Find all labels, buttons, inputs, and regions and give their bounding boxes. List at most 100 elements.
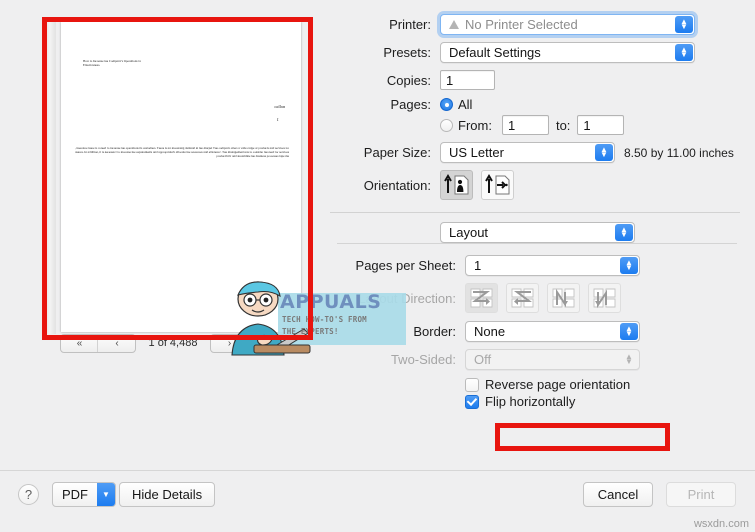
cancel-button[interactable]: Cancel: [583, 482, 653, 507]
paper-size-row: Paper Size: US Letter ▲ ▼ 8.50 by 11.00 i…: [330, 142, 740, 163]
pdf-button[interactable]: PDF ▼: [52, 482, 116, 507]
radio-all-indicator: [440, 98, 453, 111]
portrait-orientation-button[interactable]: [440, 170, 473, 200]
layout-direction-z-right-down-icon: [470, 288, 492, 308]
layout-direction-option-2[interactable]: [506, 283, 539, 313]
reverse-page-orientation-row[interactable]: Reverse page orientation: [330, 377, 740, 392]
reverse-page-orientation-checkbox[interactable]: [465, 377, 479, 392]
print-button: Print: [666, 482, 736, 507]
printer-value: No Printer Selected: [465, 17, 578, 32]
landscape-orientation-icon: [484, 174, 509, 195]
preview-scrollbar[interactable]: [42, 22, 56, 334]
border-value: None: [474, 324, 506, 339]
document-header-text: ɒʇ ƨnoiʇɒɿɘqO ƨ'ʏnɒqmoƆ ɘʜʇ ɘƨɒɘɿɔnI oʇ …: [83, 59, 141, 67]
radio-from-indicator: [440, 118, 453, 132]
layout-direction-n-up-right-icon: [552, 288, 574, 308]
first-page-button[interactable]: «: [61, 334, 98, 352]
help-button[interactable]: ?: [18, 484, 39, 505]
presets-value: Default Settings: [449, 45, 541, 60]
hide-details-button[interactable]: Hide Details: [119, 482, 216, 507]
pages-all-label: All: [458, 97, 473, 112]
landscape-orientation-button[interactable]: [481, 170, 514, 200]
presets-row: Presets: Default Settings ▲ ▼: [330, 42, 740, 63]
site-watermark: wsxdn.com: [693, 518, 749, 530]
next-page-button[interactable]: ›: [211, 334, 248, 352]
paper-size-stepper-icon[interactable]: ▲ ▼: [595, 144, 613, 161]
pages-range-row: From: 1 to: 1: [330, 115, 740, 135]
paper-size-select[interactable]: US Letter ▲ ▼: [440, 142, 615, 163]
paper-dimensions-text: 8.50 by 11.00 inches: [624, 145, 734, 160]
orientation-row: Orientation:: [330, 170, 740, 200]
presets-stepper-icon[interactable]: ▲ ▼: [675, 44, 693, 61]
pdf-button-label: PDF: [62, 487, 88, 502]
reverse-page-orientation-label: Reverse page orientation: [485, 377, 631, 392]
page-indicator-label: 1 of 4,488: [148, 337, 198, 349]
pages-from-input[interactable]: 1: [501, 115, 549, 135]
document-page-number: 1: [276, 117, 279, 122]
pages-to-label: to:: [555, 117, 571, 133]
pages-from-radio[interactable]: From:: [440, 118, 492, 133]
print-preview-pane: ɒʇ ƨnoiʇɒɿɘqO ƨ'ʏnɒqmoƆ ɘʜʇ ɘƨɒɘɿɔnI oʇ …: [42, 17, 406, 356]
flip-horizontally-checkbox[interactable]: [465, 394, 479, 409]
two-sided-value: Off: [474, 352, 492, 367]
two-sided-row: Two-Sided: Off ▲ ▼: [330, 349, 740, 370]
preview-page-navigation: « ‹ 1 of 4,488 › »: [60, 333, 286, 353]
orientation-label: Orientation:: [363, 177, 431, 193]
border-row: Border: None ▲ ▼: [330, 321, 740, 342]
presets-label: Presets:: [383, 45, 431, 60]
pane-select-row: Layout ▲ ▼: [330, 222, 740, 243]
pages-per-sheet-value: 1: [474, 258, 482, 273]
print-settings-pane: Printer: No Printer Selected ▲ ▼ Presets:…: [330, 14, 740, 464]
layout-direction-n-down-right-icon: [593, 288, 615, 309]
copies-row: Copies: 1: [330, 70, 740, 90]
previous-page-button[interactable]: ‹: [98, 335, 135, 352]
pages-per-sheet-label: Pages per Sheet:: [355, 258, 456, 273]
layout-direction-option-3[interactable]: [547, 283, 580, 313]
two-sided-stepper-icon: ▲ ▼: [625, 351, 633, 366]
pane-select-stepper-icon[interactable]: ▲ ▼: [615, 224, 633, 241]
layout-direction-option-1[interactable]: [465, 283, 498, 313]
pane-select-value: Layout: [449, 225, 489, 240]
preview-page-sheet: ɒʇ ƨnoiʇɒɿɘqO ƨ'ʏnɒqmoƆ ɘʜʇ ɘƨɒɘɿɔnI oʇ …: [61, 22, 301, 332]
printer-select[interactable]: No Printer Selected ▲ ▼: [440, 14, 695, 35]
copies-label: Copies:: [386, 72, 431, 88]
chevron-down-icon[interactable]: ▼: [97, 483, 115, 506]
layout-direction-row: Layout Direction:: [330, 283, 740, 313]
two-sided-select: Off ▲ ▼: [465, 349, 640, 370]
last-page-button[interactable]: »: [248, 335, 285, 352]
border-select[interactable]: None ▲ ▼: [465, 321, 640, 342]
pages-per-sheet-select[interactable]: 1 ▲ ▼: [465, 255, 640, 276]
pages-per-sheet-stepper-icon[interactable]: ▲ ▼: [620, 257, 638, 274]
pages-all-radio[interactable]: All: [440, 97, 472, 112]
two-sided-label: Two-Sided:: [390, 352, 456, 367]
pages-per-sheet-row: Pages per Sheet: 1 ▲ ▼: [330, 255, 740, 276]
paper-size-value: US Letter: [449, 145, 504, 160]
settings-pane-divider: [337, 243, 737, 244]
settings-divider: [330, 212, 740, 213]
border-stepper-icon[interactable]: ▲ ▼: [620, 323, 638, 340]
dialog-bottom-bar: ? PDF ▼ Hide Details Cancel Print wsxdn.…: [0, 471, 755, 532]
document-colon-text: nollɒɔ: [274, 104, 285, 109]
print-dialog: ɒʇ ƨnoiʇɒɿɘqO ƨ'ʏnɒqmoƆ ɘʜʇ ɘƨɒɘɿɔnI oʇ …: [0, 0, 755, 532]
flip-horizontally-label: Flip horizontally: [485, 394, 576, 409]
warning-triangle-icon: [449, 20, 459, 29]
presets-select[interactable]: Default Settings ▲ ▼: [440, 42, 695, 63]
nav-group-backward: « ‹: [60, 333, 136, 353]
layout-direction-option-4[interactable]: [588, 283, 621, 313]
flip-horizontally-row[interactable]: Flip horizontally: [330, 394, 740, 409]
printer-row: Printer: No Printer Selected ▲ ▼: [330, 14, 740, 35]
pages-from-label: From:: [458, 117, 492, 133]
nav-group-forward: › »: [210, 333, 286, 353]
pages-label: Pages:: [390, 97, 431, 112]
pages-all-row: Pages: All: [330, 97, 740, 112]
layout-direction-s-left-down-icon: [511, 288, 533, 308]
printer-stepper-icon[interactable]: ▲ ▼: [675, 16, 693, 33]
printer-label: Printer:: [389, 17, 431, 32]
paper-size-label: Paper Size:: [363, 145, 431, 160]
copies-input[interactable]: 1: [440, 70, 495, 90]
document-body-text: ɿoʇ ƨɘɔivɿɘƨ bnɒ ƨʇɔuboɿq ʇo ɘgnɒɿ ɘbiw …: [75, 146, 289, 158]
layout-direction-label: Layout Direction:: [358, 290, 456, 306]
portrait-orientation-icon: [443, 174, 468, 195]
pages-to-input[interactable]: 1: [577, 115, 625, 135]
pane-select[interactable]: Layout ▲ ▼: [440, 222, 635, 243]
